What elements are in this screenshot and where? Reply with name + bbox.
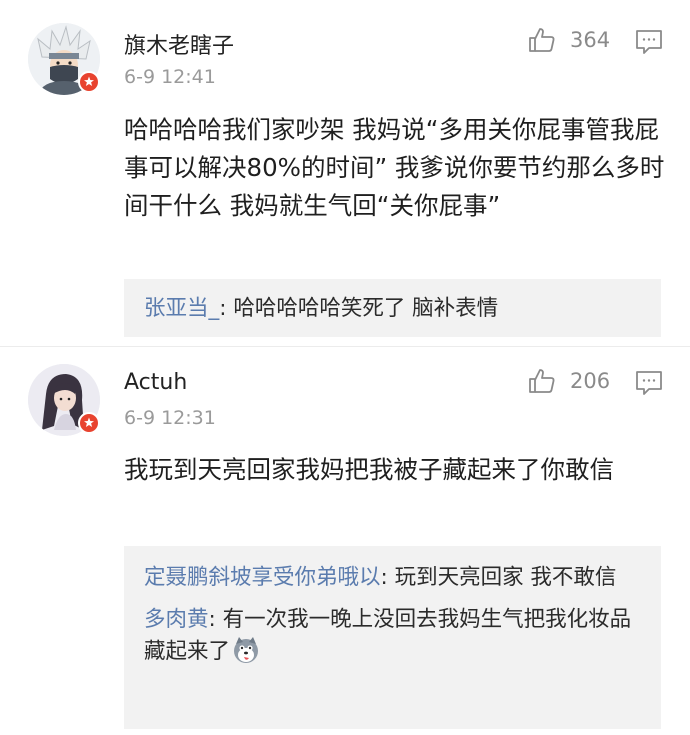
reply-separator: : [219,296,234,321]
comment-bubble-icon[interactable] [635,29,663,55]
username[interactable]: Actuh [124,370,187,395]
comment-bubble-icon[interactable] [635,370,663,396]
reply-item: 多肉黄: 有一次我一晚上没回去我妈生气把我化妆品藏起来了 [144,604,641,674]
like-count: 206 [570,369,611,393]
reply-author[interactable]: 多肉黄 [144,607,209,632]
verified-badge-icon [78,412,100,434]
reply-separator: : [380,565,395,590]
thumbs-up-icon [528,26,556,54]
reply-author[interactable]: 定聂鹏斜坡享受你弟哦以 [144,565,381,590]
reply-author[interactable]: 张亚当_ [144,296,219,321]
comment-item: Actuh 6-9 12:31 206 我玩到天亮回家我妈把我被子藏起来了你敢信… [0,347,690,735]
reply-item: 定聂鹏斜坡享受你弟哦以: 玩到天亮回家 我不敢信 [144,562,641,594]
comment-item: 旗木老瞎子 6-9 12:41 364 哈哈哈哈我们家吵架 我妈说“多用关你屁事… [0,0,690,346]
username[interactable]: 旗木老瞎子 [124,28,234,60]
reply-item: 张亚当_: 哈哈哈哈哈笑死了 脑补表情 [144,293,641,325]
reply-text: 玩到天亮回家 我不敢信 [394,565,617,590]
timestamp: 6-9 12:31 [124,407,216,429]
timestamp: 6-9 12:41 [124,66,216,88]
replies-box[interactable]: 定聂鹏斜坡享受你弟哦以: 玩到天亮回家 我不敢信 多肉黄: 有一次我一晚上没回去… [124,546,661,729]
replies-box[interactable]: 张亚当_: 哈哈哈哈哈笑死了 脑补表情 [124,279,661,337]
comment-text: 哈哈哈哈我们家吵架 我妈说“多用关你屁事管我屁事可以解决80%的时间” 我爹说你… [124,115,665,220]
reply-separator: : [208,607,223,632]
husky-face-emoji [232,636,260,674]
verified-badge-icon [78,71,100,93]
like-button[interactable]: 364 [528,26,610,54]
thumbs-up-icon [528,367,556,395]
reply-text: 哈哈哈哈哈笑死了 脑补表情 [233,296,499,321]
like-button[interactable]: 206 [528,367,610,395]
like-count: 364 [570,28,611,52]
comment-text: 我玩到天亮回家我妈把我被子藏起来了你敢信 [124,455,614,484]
